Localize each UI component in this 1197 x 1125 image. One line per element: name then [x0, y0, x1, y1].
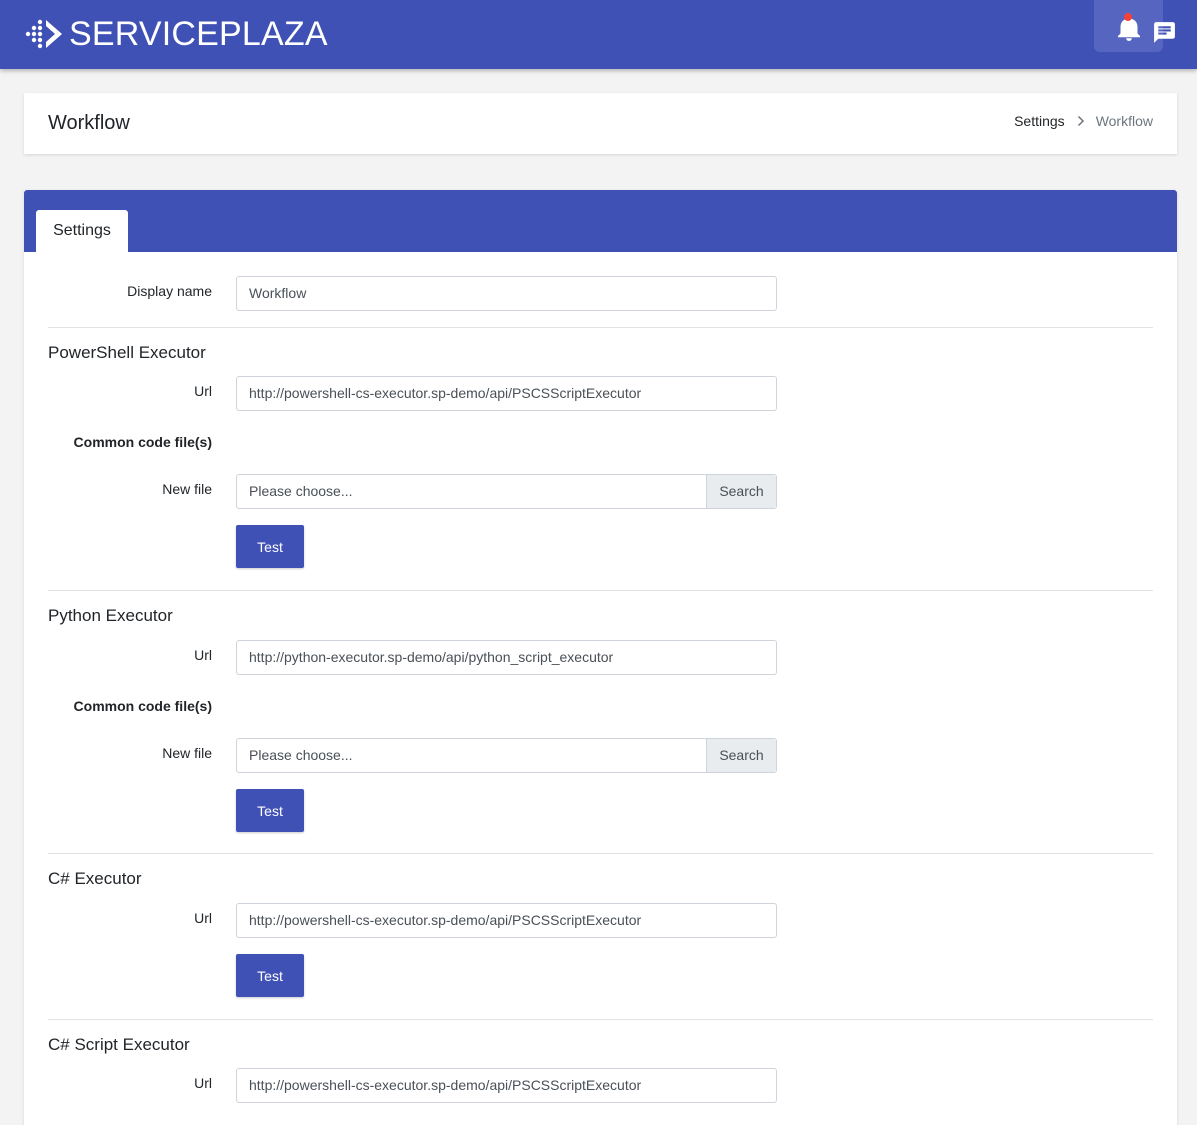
section-divider — [48, 853, 1153, 854]
python-file-picker[interactable]: Please choose... Search — [236, 738, 777, 773]
section-divider — [48, 1019, 1153, 1020]
tab-settings[interactable]: Settings — [36, 210, 128, 252]
csharp-executor-title: C# Executor — [48, 869, 142, 888]
csharp-script-url-label: Url — [194, 1075, 212, 1091]
powershell-common-code-label: Common code file(s) — [73, 434, 212, 450]
breadcrumb-settings-link[interactable]: Settings — [1014, 113, 1065, 129]
section-divider — [48, 327, 1153, 328]
brand-logo[interactable]: SERVICEPLAZA — [24, 15, 328, 53]
section-divider — [48, 590, 1153, 591]
powershell-url-input[interactable]: http://powershell-cs-executor.sp-demo/ap… — [236, 376, 777, 411]
powershell-file-input[interactable]: Please choose... — [237, 475, 706, 508]
breadcrumb: Settings Workflow — [1014, 113, 1153, 129]
python-executor-title: Python Executor — [48, 606, 173, 625]
powershell-executor-title: PowerShell Executor — [48, 343, 206, 362]
page-title: Workflow — [48, 112, 130, 134]
powershell-search-button[interactable]: Search — [706, 475, 776, 508]
python-search-button[interactable]: Search — [706, 739, 776, 772]
breadcrumb-current: Workflow — [1095, 113, 1153, 129]
python-file-input[interactable]: Please choose... — [237, 739, 706, 772]
brand-name: SERVICEPLAZA — [69, 14, 328, 53]
powershell-url-label: Url — [194, 383, 212, 399]
powershell-test-button[interactable]: Test — [236, 525, 304, 568]
powershell-new-file-label: New file — [162, 481, 212, 497]
csharp-test-button[interactable]: Test — [236, 954, 304, 997]
page-header: Workflow Settings Workflow — [24, 93, 1177, 154]
notification-badge — [1124, 13, 1132, 21]
top-app-bar: SERVICEPLAZA — [0, 0, 1197, 69]
tab-bar: Settings — [24, 190, 1177, 252]
python-common-code-label: Common code file(s) — [73, 698, 212, 714]
csharp-url-input[interactable]: http://powershell-cs-executor.sp-demo/ap… — [236, 903, 777, 938]
python-url-input[interactable]: http://python-executor.sp-demo/api/pytho… — [236, 640, 777, 675]
display-name-label: Display name — [127, 283, 212, 299]
csharp-url-label: Url — [194, 910, 212, 926]
powershell-file-picker[interactable]: Please choose... Search — [236, 474, 777, 509]
chevron-right-icon — [1077, 115, 1084, 127]
settings-panel: Settings Display name Workflow PowerShel… — [24, 190, 1177, 1125]
python-test-button[interactable]: Test — [236, 789, 304, 832]
csharp-script-url-input[interactable]: http://powershell-cs-executor.sp-demo/ap… — [236, 1068, 777, 1103]
csharp-script-executor-title: C# Script Executor — [48, 1035, 190, 1054]
serviceplaza-logo-icon — [25, 19, 62, 49]
chat-icon[interactable] — [1152, 20, 1177, 45]
python-url-label: Url — [194, 647, 212, 663]
python-new-file-label: New file — [162, 745, 212, 761]
display-name-input[interactable]: Workflow — [236, 276, 777, 311]
